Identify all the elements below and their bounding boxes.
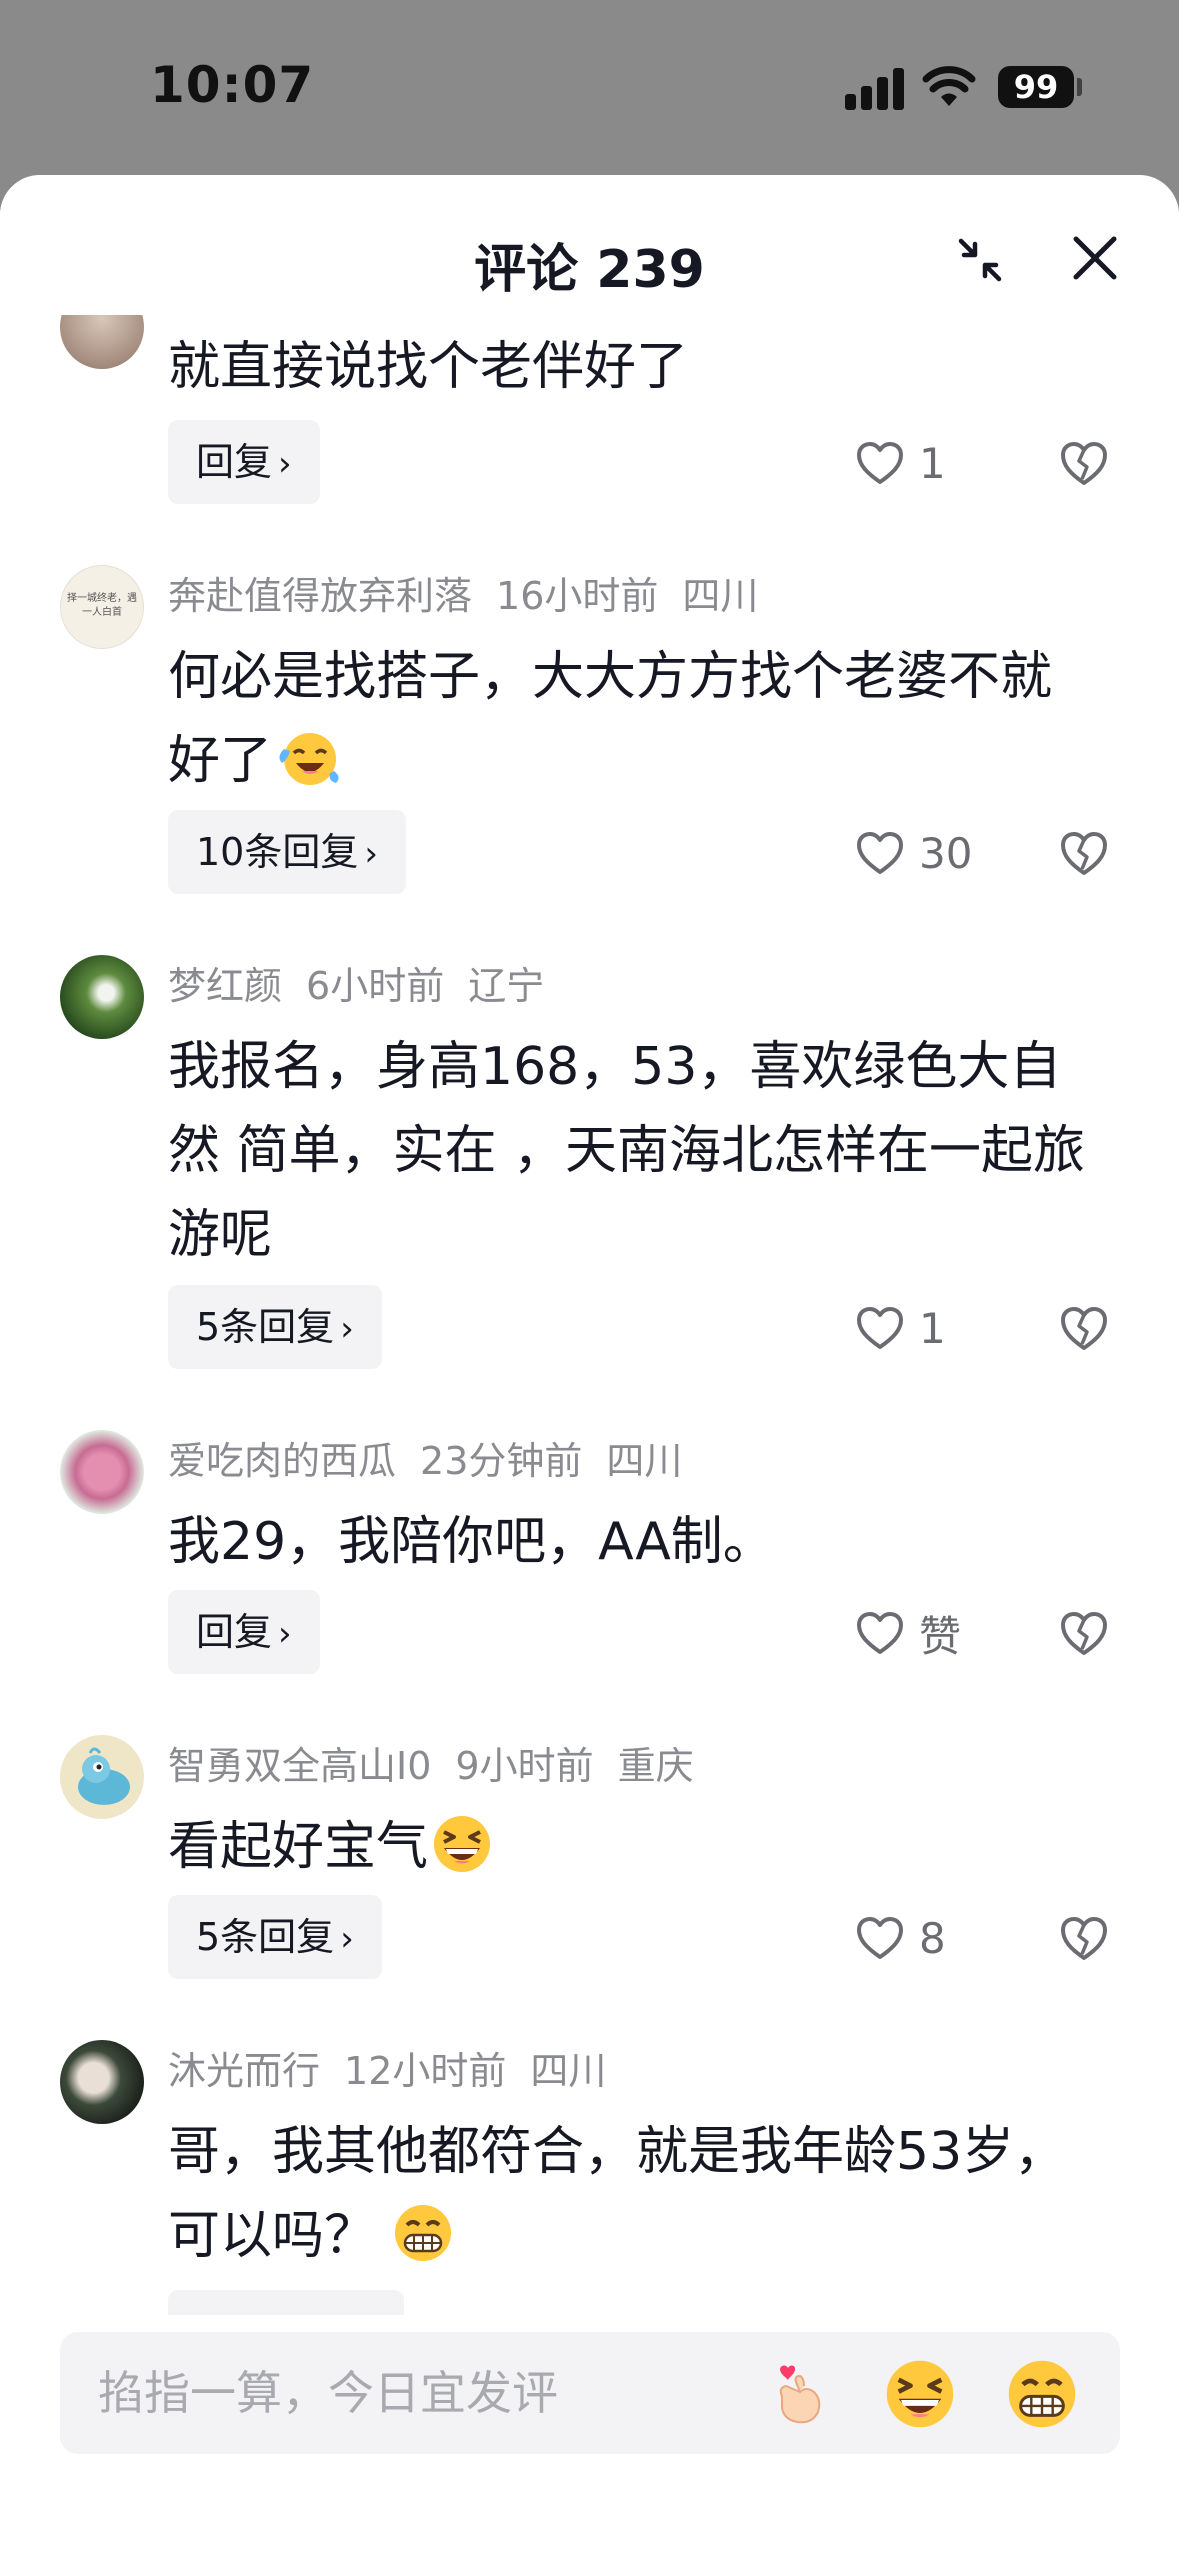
like-count: 8 [919, 1913, 946, 1963]
close-icon[interactable] [1068, 231, 1122, 285]
comment-text: 我报名，身高168，53，喜欢绿色大自然 简单，实在 ，天南海北怎样在一起旅游呢 [168, 1037, 1086, 1265]
comment-text: 就直接说找个老伴好了 [168, 337, 689, 397]
username[interactable]: 爱吃肉的西瓜 [168, 1439, 396, 1483]
heart-icon [857, 832, 903, 874]
status-time: 10:07 [150, 56, 315, 114]
like-button[interactable]: 8 [855, 1908, 946, 1968]
heart-icon [857, 442, 903, 484]
comment-meta: 智勇双全高山I0 9小时前 重庆 [168, 1735, 718, 1790]
cartoon-avatar-icon [78, 1747, 130, 1805]
comment-meta: 梦红颜 6小时前 辽宁 [168, 955, 568, 1010]
collapse-icon[interactable] [955, 235, 1005, 285]
avatar[interactable]: 择一城终老，遇一人白首 [60, 565, 144, 649]
sheet-header: 评论 239 [0, 175, 1179, 315]
comment-location: 四川 [606, 1439, 683, 1483]
comment-input-bar[interactable]: 掐指一算，今日宜发评 [60, 2332, 1120, 2454]
wifi-icon [922, 66, 976, 106]
comment-meta: 爱吃肉的西瓜 23分钟前 四川 [168, 1430, 706, 1485]
like-count: 30 [919, 828, 973, 878]
view-replies-button[interactable]: 10条回复 › [168, 810, 406, 894]
comment-sheet: 就直接说找个老伴好了 回复 › 1 择一城终老，遇一人白首 奔赴值得放弃利落 16小… [0, 175, 1179, 2556]
chevron-right-icon: › [364, 834, 378, 874]
grinning-teeth-emoji[interactable] [1004, 2356, 1080, 2432]
comment-text-body: 哥，我其他都符合，就是我年龄53岁，可以吗？ [168, 2122, 1067, 2266]
comment-text: 何必是找搭子，大大方方找个老婆不就好了 [168, 635, 1098, 803]
chevron-right-icon: › [340, 1919, 354, 1959]
like-button[interactable]: 1 [855, 1298, 946, 1358]
heart-icon [857, 1307, 903, 1349]
comment-meta: 沐光而行 12小时前 四川 [168, 2040, 630, 2095]
grinning-squint-emoji[interactable] [882, 2356, 958, 2432]
comment-time: 9小时前 [455, 1744, 594, 1788]
username[interactable]: 沐光而行 [168, 2049, 320, 2093]
comment-location: 辽宁 [468, 964, 545, 1008]
view-replies-button[interactable]: 5条回复 › [168, 1895, 382, 1979]
like-button[interactable]: 赞 [855, 1603, 961, 1663]
comment-text: 我29，我陪你吧，AA制。 [168, 1512, 775, 1572]
comment-time: 16小时前 [496, 574, 659, 618]
like-button[interactable]: 30 [855, 823, 972, 883]
heart-icon [857, 1612, 903, 1654]
broken-heart-icon[interactable] [1058, 829, 1110, 877]
like-count: 1 [919, 438, 946, 488]
chevron-right-icon: › [278, 1614, 292, 1654]
chevron-right-icon: › [340, 1309, 354, 1349]
chevron-right-icon: › [278, 444, 292, 484]
broken-heart-icon[interactable] [1058, 1304, 1110, 1352]
heart-icon [857, 1917, 903, 1959]
view-replies-button-partial[interactable] [168, 2290, 404, 2315]
status-bar: 10:07 99 [0, 0, 1179, 175]
avatar[interactable] [60, 2040, 144, 2124]
reply-label: 10条回复 [196, 830, 359, 874]
reply-label: 回复 [196, 440, 273, 484]
reply-label: 5条回复 [196, 1305, 335, 1349]
username[interactable]: 智勇双全高山I0 [168, 1744, 431, 1788]
broken-heart-icon[interactable] [1058, 439, 1110, 487]
comment-list[interactable]: 就直接说找个老伴好了 回复 › 1 择一城终老，遇一人白首 奔赴值得放弃利落 16小… [0, 175, 1179, 2315]
comment-text-body: 看起好宝气 [168, 1817, 429, 1877]
broken-heart-icon[interactable] [1058, 1914, 1110, 1962]
grinning-squint-emoji [434, 1816, 491, 1872]
like-button[interactable]: 1 [855, 433, 946, 493]
like-count: 1 [919, 1303, 946, 1353]
comment-time: 23分钟前 [420, 1439, 583, 1483]
comment-time: 12小时前 [344, 2049, 507, 2093]
comment-text: 看起好宝气 [168, 1805, 1098, 1889]
comment-location: 四川 [682, 574, 759, 618]
view-replies-button[interactable]: 5条回复 › [168, 1285, 382, 1369]
comment-meta: 奔赴值得放弃利落 16小时前 四川 [168, 565, 782, 620]
battery-indicator: 99 [998, 66, 1074, 108]
comment-time: 6小时前 [306, 964, 445, 1008]
avatar[interactable] [60, 1430, 144, 1514]
cellular-signal-icon [845, 66, 905, 110]
comment-text: 哥，我其他都符合，就是我年龄53岁，可以吗？ [168, 2110, 1098, 2278]
avatar-caption: 择一城终老，遇一人白首 [67, 593, 137, 618]
username[interactable]: 梦红颜 [168, 964, 282, 1008]
grinning-teeth-emoji [395, 2205, 452, 2261]
comment-location: 重庆 [617, 1744, 694, 1788]
reply-button[interactable]: 回复 › [168, 1590, 320, 1674]
reply-label: 5条回复 [196, 1915, 335, 1959]
comment-input-placeholder[interactable]: 掐指一算，今日宜发评 [98, 2332, 558, 2454]
comment-location: 四川 [530, 2049, 607, 2093]
like-count: 赞 [919, 1611, 962, 1661]
reply-button[interactable]: 回复 › [168, 420, 320, 504]
finger-heart-emoji[interactable] [760, 2356, 836, 2432]
avatar[interactable] [60, 955, 144, 1039]
avatar[interactable] [60, 1735, 144, 1819]
laughing-crying-emoji [279, 733, 339, 785]
battery-tip [1077, 78, 1082, 96]
broken-heart-icon[interactable] [1058, 1609, 1110, 1657]
reply-label: 回复 [196, 1610, 273, 1654]
username[interactable]: 奔赴值得放弃利落 [168, 574, 472, 618]
